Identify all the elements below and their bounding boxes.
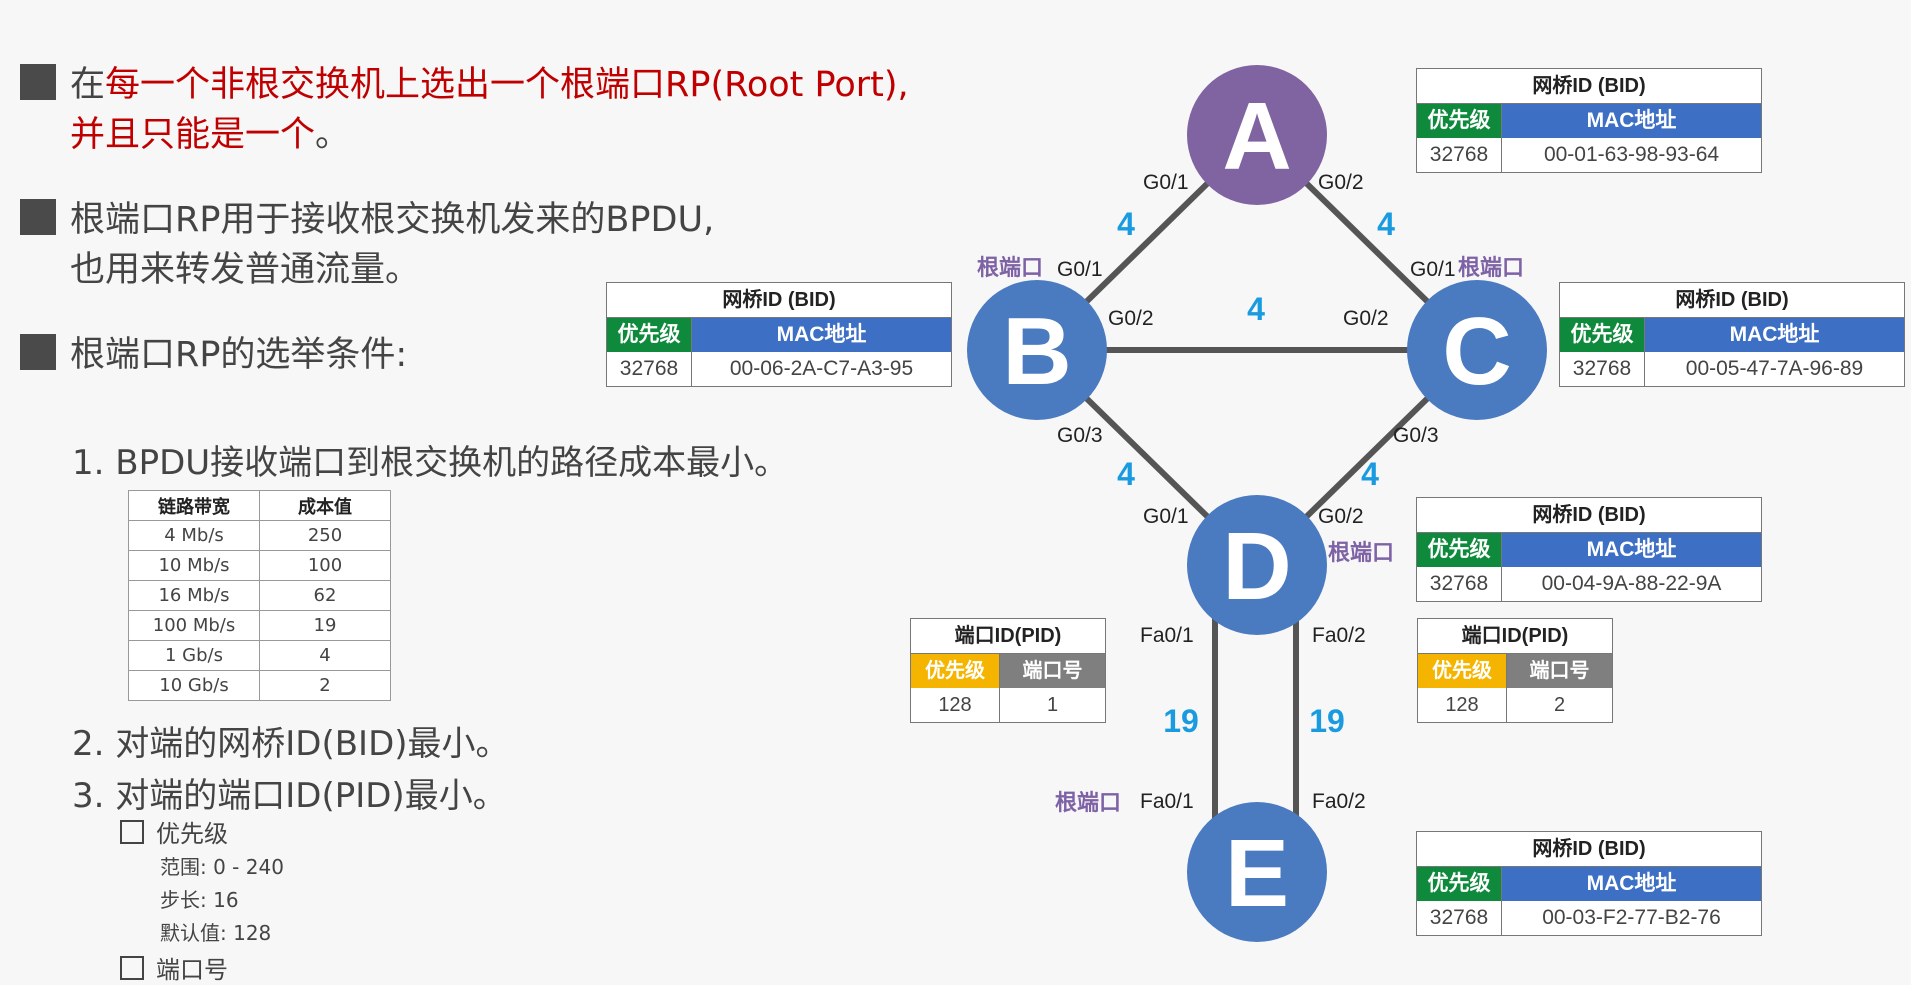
bid-table-b: 网桥ID (BID) 优先级 MAC地址 32768 00-06-2A-C7-A3-… [606, 282, 952, 387]
port-c-g03: G0/3 [1393, 424, 1439, 447]
switch-c-label: C [1442, 298, 1511, 405]
bid-c-mac: 00-05-47-7A-96-89 [1685, 357, 1864, 380]
port-c-g01: G0/1 [1410, 258, 1456, 281]
bid-table-d: 网桥ID (BID) 优先级 MAC地址 32768 00-04-9A-88-22-… [1416, 497, 1762, 602]
pid-left-priority: 128 [911, 688, 1000, 722]
bid-b-mac: 00-06-2A-C7-A3-95 [729, 357, 914, 380]
root-port-d: 根端口 [1328, 541, 1394, 566]
cost-d-e-fa01: 19 [1163, 703, 1199, 739]
cost-d-e-fa02: 19 [1309, 703, 1345, 739]
bid-d-priority: 32768 [1417, 567, 1502, 601]
port-b-g01: G0/1 [1057, 258, 1103, 281]
bid-b-priority: 32768 [607, 352, 692, 386]
bid-e-mac: 00-03-F2-77-B2-76 [1542, 906, 1721, 929]
pid-left-port: 1 [1046, 694, 1059, 716]
port-d-g02: G0/2 [1318, 505, 1364, 528]
port-d-g01: G0/1 [1143, 505, 1189, 528]
bid-table-e: 网桥ID (BID) 优先级 MAC地址 32768 00-03-F2-77-B2-… [1416, 831, 1762, 936]
port-a-g01: G0/1 [1143, 171, 1189, 194]
bid-e-priority: 32768 [1417, 901, 1502, 935]
port-d-fa01: Fa0/1 [1140, 624, 1194, 647]
root-port-c: 根端口 [1458, 256, 1524, 281]
pid-table-left: 端口ID(PID) 优先级 端口号 128 1 [910, 618, 1106, 723]
switch-e-label: E [1225, 820, 1289, 927]
port-e-fa02: Fa0/2 [1312, 790, 1366, 813]
bid-table-c: 网桥ID (BID) 优先级 MAC地址 32768 00-05-47-7A-96-… [1559, 282, 1905, 387]
switch-d-label: D [1222, 513, 1291, 620]
root-port-b: 根端口 [977, 256, 1043, 281]
bid-a-mac: 00-01-63-98-93-64 [1543, 143, 1720, 166]
cost-c-d: 4 [1361, 456, 1379, 492]
port-c-g02: G0/2 [1343, 307, 1389, 330]
bid-table-a: 网桥ID (BID) 优先级 MAC地址 32768 00-01-63-98-93-… [1416, 68, 1762, 173]
port-d-fa02: Fa0/2 [1312, 624, 1366, 647]
pid-table-right: 端口ID(PID) 优先级 端口号 128 2 [1417, 618, 1613, 723]
port-a-g02: G0/2 [1318, 171, 1364, 194]
cost-a-b: 4 [1117, 206, 1135, 242]
switch-b-label: B [1002, 298, 1071, 405]
links [1034, 132, 1480, 832]
port-b-g02: G0/2 [1108, 307, 1154, 330]
port-e-fa01: Fa0/1 [1140, 790, 1194, 813]
port-b-g03: G0/3 [1057, 424, 1103, 447]
cost-a-c: 4 [1377, 206, 1395, 242]
root-port-e: 根端口 [1055, 791, 1121, 816]
pid-right-port: 2 [1553, 694, 1566, 716]
pid-right-priority: 128 [1418, 688, 1507, 722]
bid-d-mac: 00-04-9A-88-22-9A [1541, 572, 1722, 595]
cost-b-c: 4 [1247, 291, 1265, 327]
cost-b-d: 4 [1117, 456, 1135, 492]
bid-a-priority: 32768 [1417, 138, 1502, 172]
switch-a-label: A [1222, 83, 1291, 190]
bid-c-priority: 32768 [1560, 352, 1645, 386]
